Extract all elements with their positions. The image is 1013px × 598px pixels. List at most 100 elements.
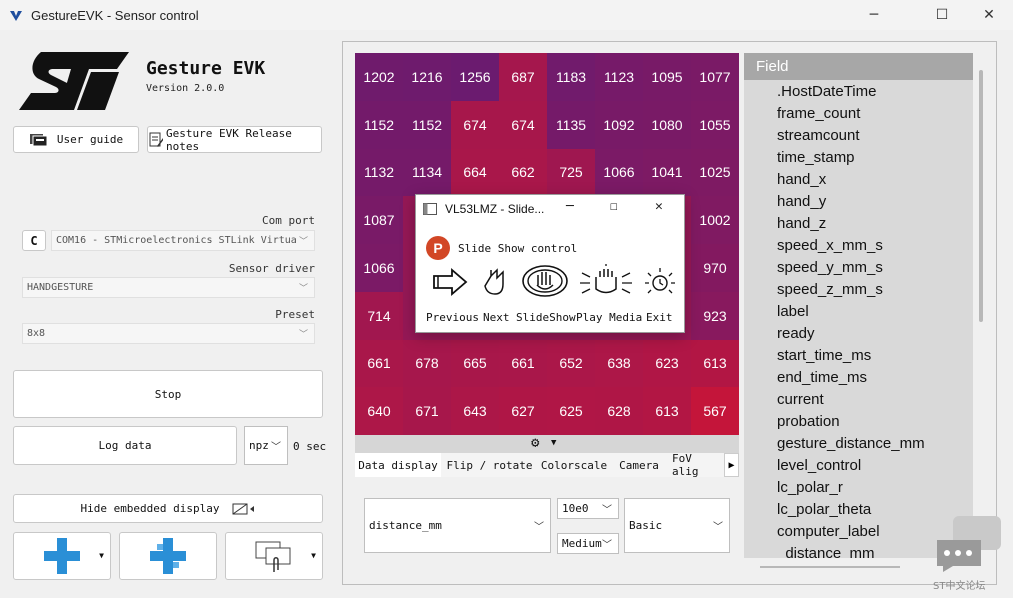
field-list-item[interactable]: level_control (777, 457, 861, 474)
heatmap-cell: 725 (547, 148, 595, 197)
heatmap-cell: 1080 (643, 100, 691, 149)
release-notes-button[interactable]: Gesture EVK Release notes (147, 126, 322, 153)
field-list-item[interactable]: gesture_distance_mm (777, 435, 925, 452)
watermark-text: ST中文论坛 (933, 581, 986, 592)
field-list-item[interactable]: frame_count (777, 105, 860, 122)
popup-minimize-button[interactable]: ─ (566, 199, 574, 214)
heatmap-cell: 1152 (355, 100, 403, 149)
log-data-button[interactable]: Log data (13, 426, 237, 465)
tab-data-display[interactable]: Data display (355, 453, 441, 477)
chevron-down-icon: ﹀ (713, 521, 723, 533)
heatmap-cell: 1066 (355, 244, 403, 292)
refresh-button[interactable]: C (22, 230, 46, 251)
field-list-item[interactable]: _distance_mm (777, 545, 875, 558)
chevron-down-icon: ﹀ (298, 236, 308, 247)
field-list-item[interactable]: probation (777, 413, 840, 430)
exit-icon[interactable] (643, 265, 677, 299)
play-media-label[interactable]: Play Media (576, 311, 642, 324)
exit-label[interactable]: Exit (646, 311, 673, 324)
heatmap-cell: 1135 (547, 100, 595, 149)
layout-button[interactable]: ▼ (225, 532, 323, 580)
field-list-item[interactable]: hand_x (777, 171, 826, 188)
heatmap-cell: 625 (547, 387, 595, 435)
heatmap-cell: 1134 (403, 148, 451, 197)
field-list-item[interactable]: speed_x_mm_s (777, 237, 883, 254)
field-list-item[interactable]: lc_polar_theta (777, 501, 871, 518)
mode-select[interactable]: Basic ﹀ (624, 498, 730, 553)
sensor-driver-value: HANDGESTURE (27, 282, 94, 293)
settings-gear-icon[interactable]: ⚙ (531, 435, 539, 451)
log-format-select[interactable]: npz ﹀ (244, 426, 288, 465)
horizontal-scrollbar[interactable] (760, 566, 900, 568)
heatmap-cell: 623 (643, 339, 691, 388)
minimize-button[interactable]: ─ (851, 0, 897, 30)
chevron-down-icon: ﹀ (534, 521, 544, 533)
heatmap-cell: 613 (643, 387, 691, 435)
slideshow-icon[interactable] (521, 263, 569, 299)
field-list-item[interactable]: ready (777, 325, 815, 342)
field-list-item[interactable]: label (777, 303, 809, 320)
scale-select[interactable]: 10e0 ﹀ (557, 498, 619, 519)
tab-colorscale[interactable]: Colorscale (538, 453, 610, 477)
heatmap-cell: 1066 (595, 148, 643, 197)
popup-maximize-button[interactable]: ☐ (610, 199, 618, 214)
field-list-item[interactable]: streamcount (777, 127, 860, 144)
caret-down-icon[interactable]: ▼ (551, 438, 556, 448)
previous-icon[interactable] (430, 266, 470, 298)
field-select-value: distance_mm (369, 519, 442, 532)
user-guide-icon (29, 134, 48, 147)
field-list-item[interactable]: time_stamp (777, 149, 855, 166)
field-list-item[interactable]: computer_label (777, 523, 880, 540)
multi-plus-icon (150, 538, 186, 574)
scale-select-value: 10e0 (562, 502, 589, 515)
field-list-item[interactable]: start_time_ms (777, 347, 871, 364)
field-list-item[interactable]: lc_polar_r (777, 479, 843, 496)
user-guide-button[interactable]: User guide (13, 126, 139, 153)
field-list-item[interactable]: speed_z_mm_s (777, 281, 883, 298)
com-port-value: COM16 - STMicroelectronics STLink Virtua (56, 235, 297, 246)
next-icon[interactable] (481, 266, 509, 298)
heatmap-toolbar: ⚙ ▼ (355, 435, 739, 453)
level-select[interactable]: Medium ﹀ (557, 533, 619, 554)
slideshow-label[interactable]: SlideShow (516, 311, 576, 324)
field-list-item[interactable]: end_time_ms (777, 369, 867, 386)
powerpoint-icon: P (426, 236, 450, 260)
add-sensor-button[interactable]: ▼ (13, 532, 111, 580)
heatmap-cell: 643 (451, 387, 499, 435)
field-list-item[interactable]: speed_y_mm_s (777, 259, 883, 276)
heatmap-cell: 627 (499, 387, 547, 435)
popup-close-button[interactable]: ✕ (655, 199, 663, 214)
stop-button[interactable]: Stop (13, 370, 323, 418)
window-icon (423, 203, 437, 215)
preset-select[interactable]: 8x8 ﹀ (22, 323, 315, 344)
heatmap-cell: 1183 (547, 53, 595, 101)
hide-display-button[interactable]: Hide embedded display (13, 494, 323, 523)
next-label[interactable]: Next (483, 311, 510, 324)
log-duration: 0 sec (293, 440, 327, 453)
com-port-select[interactable]: COM16 - STMicroelectronics STLink Virtua… (51, 230, 315, 251)
field-list-item[interactable]: current (777, 391, 824, 408)
release-notes-label: Gesture EVK Release notes (165, 126, 292, 153)
tab-camera[interactable]: Camera (612, 453, 666, 477)
sensor-driver-select[interactable]: HANDGESTURE ﹀ (22, 277, 315, 298)
tab-scroll-right-icon[interactable]: ▶ (724, 453, 739, 477)
previous-label[interactable]: Previous (426, 311, 479, 324)
close-button[interactable]: ✕ (966, 0, 1012, 30)
heatmap-cell: 665 (451, 339, 499, 388)
heatmap-cell: 1087 (355, 196, 403, 244)
field-list-item[interactable]: hand_z (777, 215, 826, 232)
maximize-button[interactable]: ☐ (919, 0, 965, 30)
field-list-scrollbar[interactable] (979, 70, 983, 322)
play-media-icon[interactable] (578, 263, 634, 299)
field-list-item[interactable]: hand_y (777, 193, 826, 210)
add-multiple-button[interactable] (119, 532, 217, 580)
slideshow-popup: VL53LMZ - Slide... ─ ☐ ✕ P Slide Show co… (415, 194, 685, 333)
tab-flip-rotate[interactable]: Flip / rotate (443, 453, 536, 477)
app-name: Gesture EVK (146, 58, 266, 79)
popup-heading: Slide Show control (458, 242, 578, 255)
field-select[interactable]: distance_mm ﹀ (364, 498, 551, 553)
heatmap-cell: 671 (403, 387, 451, 435)
tab-fov-alignment[interactable]: FoV alig (668, 453, 724, 477)
dropdown-caret-icon: ▼ (99, 551, 104, 560)
field-list-item[interactable]: .HostDateTime (777, 83, 876, 100)
